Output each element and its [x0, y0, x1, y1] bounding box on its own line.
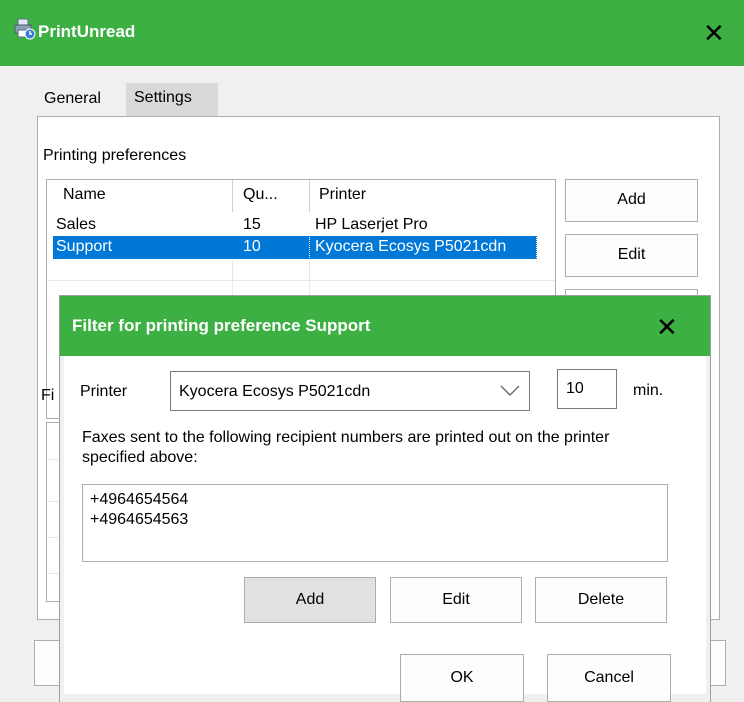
minutes-unit-label: min. — [633, 382, 664, 399]
dialog-title: Filter for printing preference Support — [72, 316, 371, 335]
add-preference-button[interactable]: Add — [565, 179, 698, 222]
column-header-quantity[interactable]: Qu... — [243, 186, 278, 204]
row-quantity: 15 — [243, 216, 261, 233]
close-icon[interactable]: ✕ — [703, 20, 725, 46]
column-separator[interactable] — [232, 180, 233, 212]
column-header-name[interactable]: Name — [63, 186, 106, 204]
focus-rect — [309, 235, 537, 260]
minutes-input[interactable]: 10 — [557, 369, 617, 409]
column-header-printer[interactable]: Printer — [319, 186, 366, 204]
cancel-button[interactable]: Cancel — [547, 654, 671, 702]
row-quantity: 10 — [243, 238, 261, 255]
column-separator[interactable] — [309, 180, 310, 212]
printer-icon — [14, 18, 36, 40]
main-titlebar: PrintUnread ✕ — [0, 0, 744, 66]
printer-dropdown[interactable]: Kyocera Ecosys P5021cdn — [170, 371, 530, 411]
tab-general[interactable]: General — [37, 85, 127, 117]
printer-selected-value: Kyocera Ecosys P5021cdn — [179, 383, 371, 400]
edit-number-button[interactable]: Edit — [390, 577, 522, 623]
list-row[interactable]: Sales 15 HP Laserjet Pro — [47, 216, 555, 236]
filter-label: Fi — [41, 387, 55, 404]
minutes-value: 10 — [566, 380, 584, 397]
close-icon[interactable]: ✕ — [656, 314, 678, 340]
description-text: Faxes sent to the following recipient nu… — [82, 429, 610, 466]
chevron-down-icon — [500, 385, 520, 396]
printer-label: Printer — [80, 383, 128, 400]
delete-number-button[interactable]: Delete — [535, 577, 667, 623]
ok-button[interactable]: OK — [400, 654, 524, 702]
dialog-titlebar: Filter for printing preference Support ✕ — [60, 296, 710, 356]
edit-preference-button[interactable]: Edit — [565, 234, 698, 277]
recipient-numbers-list[interactable]: +4964654564 +4964654563 — [82, 484, 668, 562]
row-name: Sales — [56, 216, 97, 233]
list-item[interactable]: +4964654563 — [90, 511, 188, 529]
grid-line — [47, 280, 555, 281]
row-name: Support — [56, 238, 113, 255]
window-title: PrintUnread — [38, 22, 136, 41]
list-item[interactable]: +4964654564 — [90, 491, 188, 509]
row-printer: HP Laserjet Pro — [315, 216, 428, 233]
add-number-button[interactable]: Add — [244, 577, 376, 623]
tab-settings[interactable]: Settings — [126, 83, 218, 116]
list-header: Name Qu... Printer — [47, 180, 555, 212]
filter-dialog: Filter for printing preference Support ✕… — [60, 296, 710, 702]
printing-preferences-label: Printing preferences — [43, 147, 187, 164]
